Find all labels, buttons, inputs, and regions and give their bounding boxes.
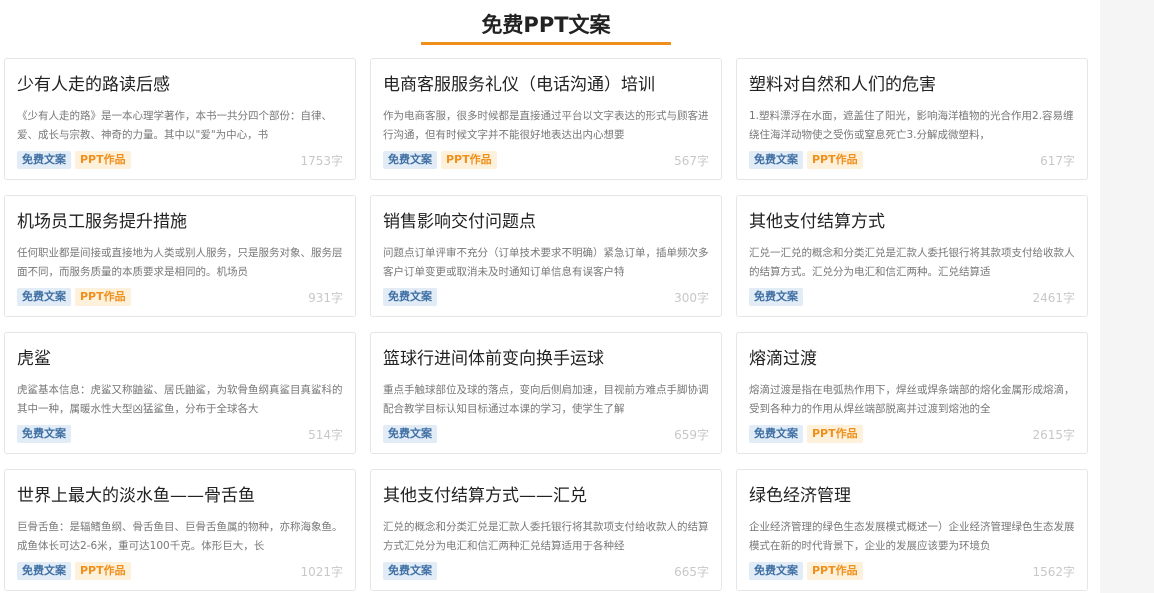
word-count: 567字 <box>674 154 709 168</box>
word-count: 617字 <box>1040 154 1075 168</box>
card-description: 汇兑一汇兑的概念和分类汇兑是汇款人委托银行将其款项支付给收款人的结算方式。汇兑分… <box>749 247 1075 278</box>
article-card[interactable]: 机场员工服务提升措施任何职业都是间接或直接地为人类或别人服务，只是服务对象、服务… <box>4 195 356 317</box>
article-card[interactable]: 绿色经济管理企业经济管理的绿色生态发展模式概述一）企业经济管理绿色生态发展模式在… <box>736 469 1088 591</box>
article-card[interactable]: 电商客服服务礼仪（电话沟通）培训作为电商客服，很多时候都是直接通过平台以文字表达… <box>370 58 722 180</box>
card-description: 问题点订单评审不充分（订单技术要求不明确）紧急订单，插单频次多客户订单变更或取消… <box>383 247 709 278</box>
card-title[interactable]: 世界上最大的淡水鱼——骨舌鱼 <box>17 484 345 508</box>
card-title[interactable]: 销售影响交付问题点 <box>383 210 711 234</box>
ppt-work-tag[interactable]: PPT作品 <box>807 151 863 169</box>
article-card[interactable]: 虎鲨虎鲨基本信息：虎鲨又称鼬鲨、居氏鼬鲨，为软骨鱼纲真鲨目真鲨科的其中一种，属暖… <box>4 332 356 454</box>
card-title[interactable]: 其他支付结算方式——汇兑 <box>383 484 711 508</box>
word-count: 1753字 <box>300 154 343 168</box>
title-underline <box>421 42 671 45</box>
card-tags: 免费文案 PPT作品 <box>749 151 863 169</box>
ppt-work-tag[interactable]: PPT作品 <box>807 562 863 580</box>
word-count: 2461字 <box>1032 291 1075 305</box>
word-count: 665字 <box>674 565 709 579</box>
card-tags: 免费文案 <box>749 288 803 306</box>
word-count: 659字 <box>674 428 709 442</box>
card-tags: 免费文案 <box>17 425 71 443</box>
ppt-work-tag[interactable]: PPT作品 <box>75 562 131 580</box>
card-title[interactable]: 少有人走的路读后感 <box>17 73 345 97</box>
article-card[interactable]: 其他支付结算方式汇兑一汇兑的概念和分类汇兑是汇款人委托银行将其款项支付给收款人的… <box>736 195 1088 317</box>
article-card[interactable]: 少有人走的路读后感《少有人走的路》是一本心理学著作，本书一共分四个部份：自律、爱… <box>4 58 356 180</box>
card-tags: 免费文案 <box>383 288 437 306</box>
word-count: 931字 <box>308 291 343 305</box>
word-count: 300字 <box>674 291 709 305</box>
ppt-work-tag[interactable]: PPT作品 <box>75 288 131 306</box>
ppt-work-tag[interactable]: PPT作品 <box>75 151 131 169</box>
card-tags: 免费文案 PPT作品 <box>17 151 131 169</box>
page-right-gutter <box>1100 0 1154 593</box>
card-tags: 免费文案 <box>383 562 437 580</box>
free-copy-tag[interactable]: 免费文案 <box>383 151 437 169</box>
card-description: 熔滴过渡是指在电弧热作用下，焊丝或焊条端部的熔化金属形成熔滴，受到各种力的作用从… <box>749 384 1075 415</box>
card-title[interactable]: 虎鲨 <box>17 347 345 371</box>
card-title[interactable]: 绿色经济管理 <box>749 484 1077 508</box>
free-copy-tag[interactable]: 免费文案 <box>383 425 437 443</box>
card-tags: 免费文案 PPT作品 <box>749 562 863 580</box>
free-copy-tag[interactable]: 免费文案 <box>749 425 803 443</box>
ppt-work-tag[interactable]: PPT作品 <box>807 425 863 443</box>
card-title[interactable]: 塑料对自然和人们的危害 <box>749 73 1077 97</box>
card-tags: 免费文案 <box>383 425 437 443</box>
free-copy-tag[interactable]: 免费文案 <box>749 288 803 306</box>
free-copy-tag[interactable]: 免费文案 <box>749 151 803 169</box>
word-count: 2615字 <box>1032 428 1075 442</box>
article-card[interactable]: 塑料对自然和人们的危害 1.塑料漂浮在水面，遮盖住了阳光，影响海洋植物的光合作用2… <box>736 58 1088 180</box>
free-copy-tag[interactable]: 免费文案 <box>17 562 71 580</box>
card-description: 巨骨舌鱼：是辐鳍鱼纲、骨舌鱼目、巨骨舌鱼属的物种，亦称海象鱼。成鱼体长可达2-6… <box>17 521 343 552</box>
card-description: 《少有人走的路》是一本心理学著作，本书一共分四个部份：自律、爱、成长与宗教、神奇… <box>17 110 332 141</box>
card-title[interactable]: 其他支付结算方式 <box>749 210 1077 234</box>
card-title[interactable]: 篮球行进间体前变向换手运球 <box>383 347 711 371</box>
free-copy-tag[interactable]: 免费文案 <box>383 562 437 580</box>
free-copy-tag[interactable]: 免费文案 <box>383 288 437 306</box>
word-count: 1562字 <box>1032 565 1075 579</box>
card-description: 虎鲨基本信息：虎鲨又称鼬鲨、居氏鼬鲨，为软骨鱼纲真鲨目真鲨科的其中一种，属暖水性… <box>17 384 343 415</box>
card-description: 任何职业都是间接或直接地为人类或别人服务，只是服务对象、服务层面不同，而服务质量… <box>17 247 343 278</box>
card-description: 汇兑的概念和分类汇兑是汇款人委托银行将其款项支付给收款人的结算方式汇兑分为电汇和… <box>383 521 709 552</box>
free-copy-tag[interactable]: 免费文案 <box>17 288 71 306</box>
card-description: 作为电商客服，很多时候都是直接通过平台以文字表达的形式与顾客进行沟通，但有时候文… <box>383 110 709 141</box>
card-title[interactable]: 熔滴过渡 <box>749 347 1077 371</box>
ppt-work-tag[interactable]: PPT作品 <box>441 151 497 169</box>
card-title[interactable]: 机场员工服务提升措施 <box>17 210 345 234</box>
card-description: 1.塑料漂浮在水面，遮盖住了阳光，影响海洋植物的光合作用2.容易缠绕住海洋动物使… <box>749 110 1074 141</box>
article-card[interactable]: 熔滴过渡熔滴过渡是指在电弧热作用下，焊丝或焊条端部的熔化金属形成熔滴，受到各种力… <box>736 332 1088 454</box>
card-description: 企业经济管理的绿色生态发展模式概述一）企业经济管理绿色生态发展模式在新的时代背景… <box>749 521 1075 552</box>
free-copy-tag[interactable]: 免费文案 <box>749 562 803 580</box>
card-tags: 免费文案 PPT作品 <box>749 425 863 443</box>
word-count: 1021字 <box>300 565 343 579</box>
article-card[interactable]: 其他支付结算方式——汇兑汇兑的概念和分类汇兑是汇款人委托银行将其款项支付给收款人… <box>370 469 722 591</box>
free-copy-tag[interactable]: 免费文案 <box>17 425 71 443</box>
card-tags: 免费文案 PPT作品 <box>17 562 131 580</box>
page-title: 免费PPT文案 <box>481 13 611 37</box>
card-title[interactable]: 电商客服服务礼仪（电话沟通）培训 <box>383 73 711 97</box>
article-card[interactable]: 销售影响交付问题点问题点订单评审不充分（订单技术要求不明确）紧急订单，插单频次多… <box>370 195 722 317</box>
card-tags: 免费文案 PPT作品 <box>383 151 497 169</box>
article-card[interactable]: 篮球行进间体前变向换手运球重点手触球部位及球的落点，变向后侧肩加速，目视前方难点… <box>370 332 722 454</box>
word-count: 514字 <box>308 428 343 442</box>
card-description: 重点手触球部位及球的落点，变向后侧肩加速，目视前方难点手脚协调配合教学目标认知目… <box>383 384 709 415</box>
article-card[interactable]: 世界上最大的淡水鱼——骨舌鱼巨骨舌鱼：是辐鳍鱼纲、骨舌鱼目、巨骨舌鱼属的物种，亦… <box>4 469 356 591</box>
card-tags: 免费文案 PPT作品 <box>17 288 131 306</box>
free-copy-tag[interactable]: 免费文案 <box>17 151 71 169</box>
